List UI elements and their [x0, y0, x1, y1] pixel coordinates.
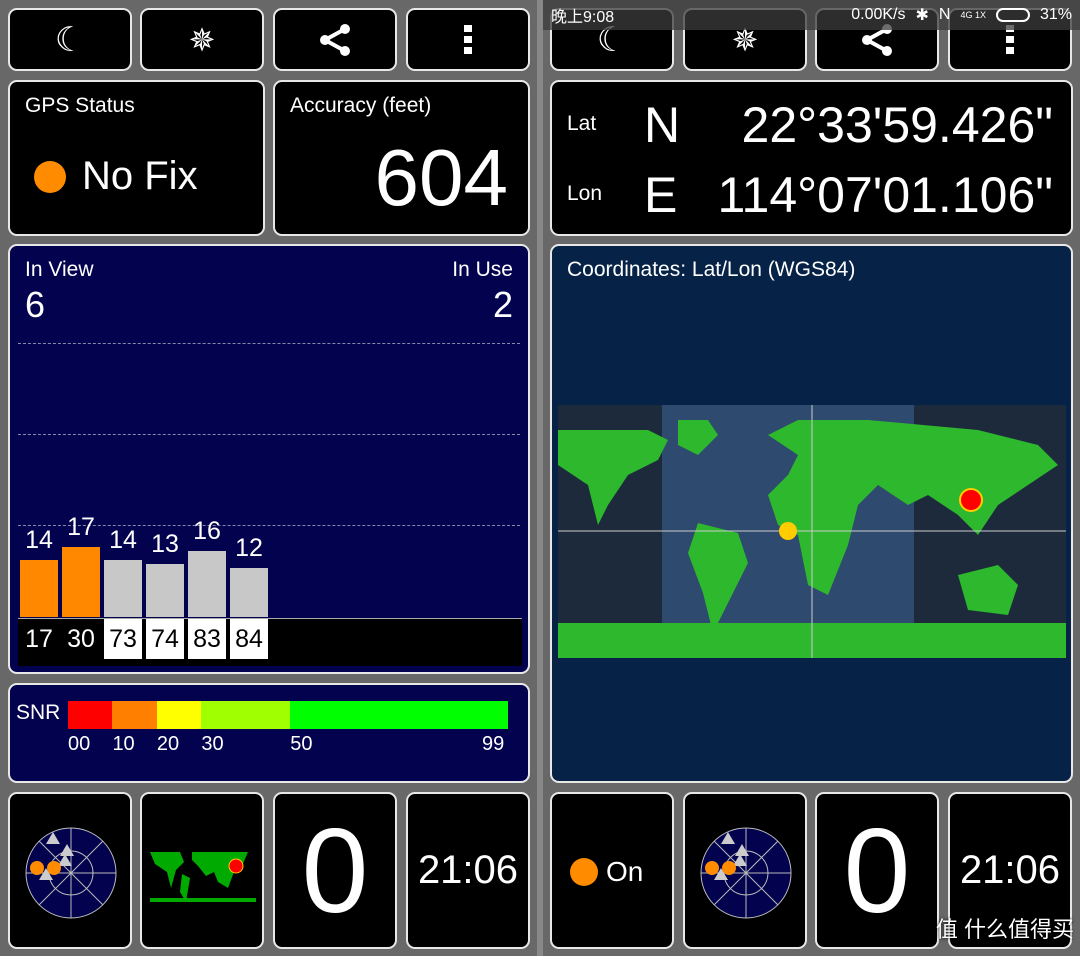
network-speed: 0.00K/s — [851, 6, 906, 23]
gps-on-dot — [570, 858, 598, 886]
snr-color-segment — [290, 701, 508, 729]
in-view-count: 6 — [25, 284, 46, 325]
bluetooth-icon: ✱ — [915, 7, 929, 24]
signal-bar — [230, 567, 268, 617]
prn-label: 83 — [188, 619, 226, 659]
in-use-label: In Use — [452, 258, 513, 281]
night-mode-button[interactable]: ☾ — [8, 8, 132, 71]
accuracy-card: Accuracy (feet) 604 — [273, 80, 530, 236]
gps-status-card: GPS Status No Fix — [8, 80, 265, 236]
clock: 21:06 — [417, 848, 519, 892]
snr-tick: 00 — [68, 733, 91, 755]
gps-state: On — [606, 856, 644, 887]
fix-count: 0 — [843, 803, 911, 938]
satellite-signal-card: In View 6 In Use 2 14 17 14 13 16 12 17 30 73 74… — [8, 244, 530, 674]
snr-tick: 20 — [156, 733, 180, 755]
snr-value: 16 — [193, 517, 221, 546]
prn-label: 73 — [104, 619, 142, 659]
map-title: Coordinates: Lat/Lon (WGS84) — [567, 258, 856, 281]
signal-bar — [146, 563, 184, 617]
lat-hemisphere: N — [644, 97, 681, 153]
battery-level: 31% — [1039, 6, 1072, 23]
count-card: 0 — [815, 792, 939, 949]
more-button[interactable] — [406, 8, 530, 71]
prn-label: 30 — [67, 625, 95, 653]
right-panel: ☾ ✵ Lat N 22°33'59.426" Lon E 114°07'01.… — [543, 0, 1080, 956]
snr-tick: 99 — [482, 733, 505, 755]
battery-icon — [995, 8, 1030, 22]
sky-plot-icon — [700, 827, 792, 919]
gps-toggle-button[interactable]: On — [550, 792, 674, 949]
moon-icon: ☾ — [54, 20, 86, 59]
prn-row: 17 30 73 74 83 84 — [18, 618, 522, 666]
watermark: 值 什么值得买 — [935, 917, 1074, 942]
share-button[interactable] — [273, 8, 397, 71]
prn-label: 74 — [146, 619, 184, 659]
coordinates-card: Lat N 22°33'59.426" Lon E 114°07'01.106" — [550, 80, 1073, 236]
snr-value: 12 — [235, 533, 263, 562]
snr-value: 13 — [151, 529, 179, 558]
clock: 21:06 — [959, 848, 1061, 892]
lat-value: 22°33'59.426" — [741, 97, 1053, 153]
sky-plot-icon — [25, 827, 117, 919]
compass-icon: ✵ — [188, 21, 216, 58]
accuracy-title: Accuracy (feet) — [290, 94, 432, 117]
clock-card: 21:06 — [406, 792, 530, 949]
compass-button[interactable]: ✵ — [140, 8, 264, 71]
in-use-count: 2 — [492, 284, 513, 325]
fix-count: 0 — [301, 803, 369, 938]
in-view-label: In View — [25, 258, 94, 281]
network-type: 4G 1X — [960, 10, 986, 20]
gps-status-value: No Fix — [82, 154, 198, 198]
grid-line — [18, 343, 520, 344]
snr-label: SNR — [16, 701, 61, 724]
lon-value: 114°07'01.106" — [717, 167, 1053, 223]
lat-label: Lat — [567, 112, 597, 135]
signal-bar — [62, 547, 100, 617]
world-map[interactable] — [558, 405, 1066, 658]
snr-color-segment — [68, 701, 113, 729]
lon-label: Lon — [567, 182, 603, 205]
sky-view-button[interactable] — [8, 792, 132, 949]
nfc-icon: N — [938, 6, 951, 23]
signal-bar — [104, 559, 142, 617]
snr-legend-card: SNR 00 10 20 30 50 99 — [8, 683, 530, 783]
snr-value: 14 — [25, 525, 53, 554]
signal-bar — [20, 559, 58, 617]
lon-hemisphere: E — [644, 167, 678, 223]
accuracy-value: 604 — [374, 133, 508, 222]
snr-color-segment — [112, 701, 157, 729]
share-icon — [320, 23, 350, 56]
snr-tick: 10 — [112, 733, 135, 755]
snr-color-segment — [156, 701, 202, 729]
world-map-icon — [150, 852, 256, 902]
signal-bars: 14 17 14 13 16 12 — [18, 346, 522, 617]
gps-status-title: GPS Status — [25, 94, 135, 117]
snr-scale: 00 10 20 30 50 99 — [68, 701, 508, 761]
prn-label: 84 — [230, 619, 268, 659]
snr-value: 17 — [67, 513, 95, 542]
snr-tick: 30 — [201, 733, 224, 755]
sky-view-button[interactable] — [683, 792, 807, 949]
world-map-card: Coordinates: Lat/Lon (WGS84) — [550, 244, 1073, 783]
map-button[interactable] — [140, 792, 264, 949]
left-panel: ☾ ✵ GPS Status No Fix Accuracy (feet) 60… — [0, 0, 537, 956]
status-bar: 晚上9:08 0.00K/s ✱ N 4G 1X 31% — [543, 0, 1080, 30]
location-marker — [959, 488, 983, 512]
snr-color-segment — [201, 701, 291, 729]
status-dot — [34, 161, 66, 193]
more-vert-icon — [464, 24, 472, 54]
snr-tick: 50 — [290, 733, 313, 755]
signal-bar — [188, 551, 226, 617]
count-card: 0 — [273, 792, 397, 949]
snr-value: 14 — [109, 525, 137, 554]
prn-label: 17 — [25, 625, 53, 653]
sun-icon — [779, 522, 797, 540]
status-time: 晚上9:08 — [551, 9, 615, 26]
